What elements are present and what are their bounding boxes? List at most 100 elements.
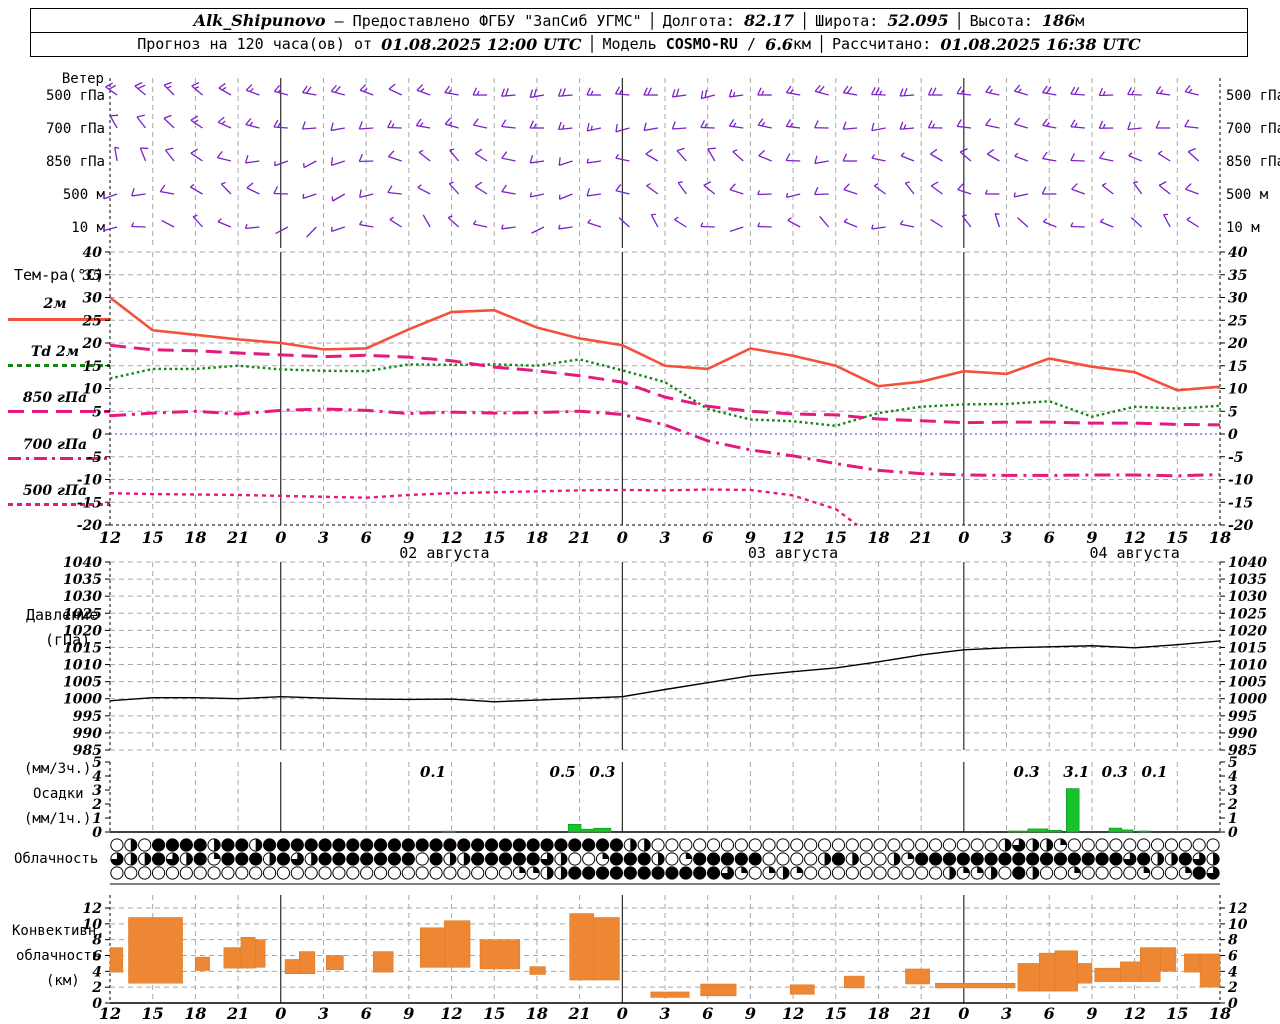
svg-text:0.3: 0.3 <box>589 763 615 781</box>
svg-text:0: 0 <box>92 825 102 841</box>
svg-text:-10: -10 <box>77 473 103 489</box>
svg-text:700 гПа: 700 гПа <box>46 121 105 137</box>
meteogram-page: Alk_Shipunovo — Предоставлено ФГБУ "ЗапС… <box>0 0 1280 1024</box>
svg-text:21: 21 <box>226 1004 249 1023</box>
svg-text:-20: -20 <box>1228 518 1254 534</box>
svg-text:6: 6 <box>361 1004 372 1023</box>
svg-text:15: 15 <box>1228 359 1247 375</box>
svg-text:12: 12 <box>1228 901 1248 917</box>
svg-text:500 м: 500 м <box>63 187 106 203</box>
svg-text:40: 40 <box>83 245 103 261</box>
cloud-cover-rows <box>110 838 1220 880</box>
svg-text:-10: -10 <box>1228 473 1254 489</box>
svg-text:5: 5 <box>92 404 102 420</box>
svg-text:-15: -15 <box>77 495 102 511</box>
svg-text:995: 995 <box>1228 709 1257 725</box>
svg-text:0.3: 0.3 <box>1013 763 1039 781</box>
svg-text:18: 18 <box>184 1004 206 1023</box>
svg-text:0: 0 <box>92 427 102 443</box>
svg-text:10: 10 <box>83 917 103 933</box>
svg-text:21: 21 <box>567 1004 590 1023</box>
svg-text:1035: 1035 <box>63 572 102 588</box>
svg-text:35: 35 <box>1228 268 1247 284</box>
svg-text:4: 4 <box>92 964 102 980</box>
svg-text:18: 18 <box>184 528 206 547</box>
precip-bars: 0.1 0.5 0.3 0.3 3.1 0.3 0.1 <box>420 763 1168 833</box>
svg-text:02 августа: 02 августа <box>399 544 489 562</box>
temp-curve-t850 <box>110 343 1220 427</box>
svg-text:10: 10 <box>1228 382 1248 398</box>
svg-text:15: 15 <box>483 1004 505 1023</box>
svg-text:1000: 1000 <box>1228 692 1267 708</box>
svg-text:850 гПа: 850 гПа <box>1226 154 1280 170</box>
svg-text:0: 0 <box>1228 825 1238 841</box>
svg-text:0.1: 0.1 <box>1141 763 1167 781</box>
svg-text:1020: 1020 <box>1228 623 1267 639</box>
svg-text:9: 9 <box>403 1004 414 1023</box>
svg-text:850 гПа: 850 гПа <box>46 154 105 170</box>
meteogram-canvas: 40 4035 3530 3025 2520 2015 1510 105 50 0-5 -5-10-… <box>46 78 1280 1023</box>
svg-text:21: 21 <box>909 1004 932 1023</box>
svg-text:10: 10 <box>83 382 103 398</box>
svg-text:1005: 1005 <box>1228 675 1267 691</box>
svg-text:1030: 1030 <box>1228 589 1267 605</box>
svg-text:1035: 1035 <box>1228 572 1267 588</box>
svg-text:3: 3 <box>318 1004 329 1023</box>
wind-row-850гПа <box>114 146 1200 169</box>
svg-text:1015: 1015 <box>1228 640 1267 656</box>
svg-text:6: 6 <box>361 528 372 547</box>
svg-text:500 гПа: 500 гПа <box>46 88 105 104</box>
svg-text:15: 15 <box>142 528 164 547</box>
svg-text:18: 18 <box>526 1004 548 1023</box>
svg-text:1020: 1020 <box>63 623 102 639</box>
svg-text:03 августа: 03 августа <box>748 544 838 562</box>
svg-text:15: 15 <box>142 1004 164 1023</box>
svg-text:12: 12 <box>83 901 103 917</box>
svg-text:8: 8 <box>1228 933 1238 949</box>
svg-text:3: 3 <box>659 528 670 547</box>
svg-text:6: 6 <box>1044 1004 1055 1023</box>
svg-text:35: 35 <box>83 268 102 284</box>
svg-text:30: 30 <box>1228 291 1248 307</box>
temp-curve-t500 <box>110 488 858 526</box>
wind-row-500гПа <box>105 81 1199 100</box>
svg-text:0: 0 <box>617 528 628 547</box>
svg-text:10: 10 <box>1228 917 1248 933</box>
svg-text:6: 6 <box>1228 949 1238 965</box>
svg-text:2: 2 <box>1227 980 1238 996</box>
svg-text:3: 3 <box>659 1004 670 1023</box>
svg-text:4: 4 <box>1228 964 1238 980</box>
svg-text:700 гПа: 700 гПа <box>1226 121 1280 137</box>
wind-row-10м <box>102 213 1199 238</box>
svg-text:5: 5 <box>1228 404 1238 420</box>
svg-text:0: 0 <box>617 1004 628 1023</box>
svg-text:18: 18 <box>1209 528 1231 547</box>
svg-text:500 гПа: 500 гПа <box>1226 88 1280 104</box>
svg-text:1025: 1025 <box>1228 606 1267 622</box>
svg-text:12: 12 <box>99 528 121 547</box>
svg-text:12: 12 <box>782 1004 804 1023</box>
svg-text:9: 9 <box>745 1004 756 1023</box>
svg-text:12: 12 <box>440 1004 462 1023</box>
svg-text:1025: 1025 <box>63 606 102 622</box>
svg-text:0: 0 <box>275 528 286 547</box>
svg-text:12: 12 <box>1123 1004 1145 1023</box>
svg-text:21: 21 <box>909 528 932 547</box>
svg-text:8: 8 <box>92 933 102 949</box>
svg-text:10 м: 10 м <box>71 220 105 236</box>
svg-text:3: 3 <box>318 528 329 547</box>
svg-text:1000: 1000 <box>63 692 102 708</box>
svg-text:15: 15 <box>83 359 102 375</box>
svg-text:21: 21 <box>567 528 590 547</box>
svg-text:1010: 1010 <box>63 658 102 674</box>
svg-text:12: 12 <box>99 1004 121 1023</box>
svg-text:-15: -15 <box>1228 495 1253 511</box>
svg-text:30: 30 <box>83 291 103 307</box>
svg-text:6: 6 <box>702 1004 713 1023</box>
svg-text:995: 995 <box>73 709 102 725</box>
svg-text:1015: 1015 <box>63 640 102 656</box>
svg-text:15: 15 <box>825 1004 847 1023</box>
svg-text:0.3: 0.3 <box>1102 763 1128 781</box>
wind-row-500м <box>103 181 1199 202</box>
svg-text:-5: -5 <box>1228 450 1244 466</box>
